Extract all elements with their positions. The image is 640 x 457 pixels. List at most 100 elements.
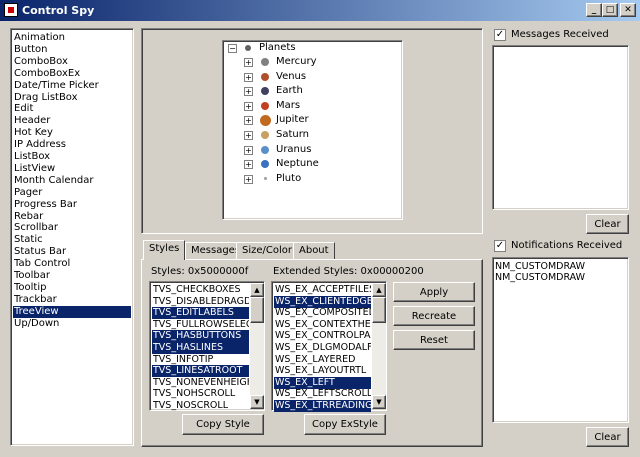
control-list[interactable]: Animation Button ComboBox ComboBoxEx Date/Ti…	[10, 28, 134, 446]
maximize-button[interactable]: □	[602, 3, 618, 17]
messages-log[interactable]	[492, 45, 629, 210]
style-option[interactable]: TVS_EDITLABELS	[152, 307, 249, 320]
copy-style-button[interactable]: Copy Style	[182, 414, 264, 435]
style-option[interactable]: TVS_DISABLEDRAGDROP	[152, 296, 249, 308]
control-list-item[interactable]: Up/Down	[13, 318, 131, 330]
scroll-thumb[interactable]	[372, 297, 386, 323]
style-option[interactable]: WS_EX_LAYERED	[274, 354, 371, 366]
ex-styles-list[interactable]: WS_EX_ACCEPTFILES WS_EX_CLIENTEDGE WS_EX_C…	[271, 281, 387, 412]
control-list-item[interactable]: Static	[13, 234, 131, 246]
apply-button[interactable]: Apply	[393, 282, 475, 302]
title-bar[interactable]: Control Spy _ □ ✕	[0, 0, 640, 21]
reset-button[interactable]: Reset	[393, 330, 475, 350]
control-list-item[interactable]: Scrollbar	[13, 222, 131, 234]
control-list-item[interactable]: TreeView	[13, 305, 131, 318]
tree-node[interactable]: Earth	[276, 84, 303, 98]
style-option[interactable]: WS_EX_LEFTSCROLLBAR	[274, 388, 371, 400]
styles-list[interactable]: TVS_CHECKBOXESTVS_DISABLEDRAGDROPTVS_EDI…	[149, 281, 265, 411]
control-list-item[interactable]: Progress Bar	[13, 199, 131, 211]
scroll-thumb[interactable]	[250, 297, 264, 323]
tree-node[interactable]: Neptune	[276, 157, 319, 171]
tree-view[interactable]: − Planets + Mercury + Venus + Earth + Mars + Jupite…	[222, 40, 403, 220]
tree-node[interactable]: Mercury	[276, 55, 317, 69]
control-list-item[interactable]: Trackbar	[13, 294, 131, 306]
control-list-item[interactable]: Status Bar	[13, 246, 131, 258]
control-list-item[interactable]: Tooltip	[13, 282, 131, 294]
tree-node[interactable]: Pluto	[276, 172, 301, 186]
style-option[interactable]: WS_EX_LAYOUTRTL	[274, 365, 371, 377]
tree-node[interactable]: Uranus	[276, 143, 311, 157]
style-option[interactable]: WS_EX_CONTROLPARENT	[274, 330, 371, 342]
control-list-item[interactable]: Drag ListBox	[13, 92, 131, 104]
style-option[interactable]: TVS_LINESATROOT	[152, 365, 249, 378]
style-option[interactable]: WS_EX_LTRREADING	[274, 400, 371, 412]
expand-icon[interactable]: +	[244, 160, 253, 170]
planet-icon	[261, 131, 269, 139]
control-list-item[interactable]: ListView	[13, 163, 131, 175]
tree-root[interactable]: Planets	[259, 41, 296, 55]
scrollbar[interactable]: ▲ ▼	[250, 283, 264, 409]
tree-node[interactable]: Jupiter	[276, 113, 309, 127]
style-option[interactable]: WS_EX_CLIENTEDGE	[274, 295, 371, 308]
style-option[interactable]: TVS_INFOTIP	[152, 354, 249, 366]
messages-checkbox[interactable]: ✓	[494, 29, 506, 41]
copy-exstyle-button[interactable]: Copy ExStyle	[304, 414, 386, 435]
control-list-item[interactable]: IP Address	[13, 139, 131, 151]
control-list-item[interactable]: Toolbar	[13, 270, 131, 282]
style-option[interactable]: TVS_NOHSCROLL	[152, 388, 249, 400]
control-list-item[interactable]: Tab Control	[13, 258, 131, 270]
scroll-up-icon[interactable]: ▲	[372, 283, 386, 297]
expand-icon[interactable]: +	[244, 87, 253, 97]
control-list-item[interactable]: ComboBox	[13, 56, 131, 68]
style-option[interactable]: TVS_NOSCROLL	[152, 400, 249, 412]
control-list-item[interactable]: Month Calendar	[13, 175, 131, 187]
style-option[interactable]: WS_EX_DLGMODALFRAME	[274, 342, 371, 354]
style-option[interactable]: TVS_NONEVENHEIGHT	[152, 377, 249, 389]
minimize-button[interactable]: _	[586, 3, 602, 17]
expand-icon[interactable]: +	[244, 116, 253, 126]
style-option[interactable]: WS_EX_LEFT	[274, 376, 371, 389]
style-option[interactable]: TVS_FULLROWSELECT	[152, 319, 249, 331]
control-list-item[interactable]: Rebar	[13, 211, 131, 223]
notifications-label: Notifications Received	[511, 240, 623, 251]
style-option[interactable]: TVS_CHECKBOXES	[152, 284, 249, 296]
expand-icon[interactable]: +	[244, 101, 253, 111]
tree-node[interactable]: Saturn	[276, 128, 309, 142]
control-list-item[interactable]: Pager	[13, 187, 131, 199]
control-list-item[interactable]: Header	[13, 115, 131, 127]
control-list-item[interactable]: Hot Key	[13, 127, 131, 139]
expand-icon[interactable]: +	[244, 145, 253, 155]
scroll-up-icon[interactable]: ▲	[250, 283, 264, 297]
expand-icon[interactable]: +	[244, 131, 253, 140]
tree-node[interactable]: Mars	[276, 99, 300, 113]
tab-styles[interactable]: Styles	[143, 240, 186, 260]
control-list-item[interactable]: ListBox	[13, 151, 131, 163]
style-option[interactable]: TVS_HASBUTTONS	[152, 330, 249, 343]
style-option[interactable]: WS_EX_COMPOSITED	[274, 307, 371, 319]
expand-icon[interactable]: +	[244, 58, 253, 67]
close-button[interactable]: ✕	[620, 3, 636, 17]
tab-about[interactable]: About	[293, 242, 335, 260]
control-list-item[interactable]: ComboBoxEx	[13, 68, 131, 80]
tab-sizecolor[interactable]: Size/Color	[236, 242, 299, 260]
planet-icon	[259, 114, 271, 126]
tree-node[interactable]: Venus	[276, 70, 306, 84]
control-list-item[interactable]: Date/Time Picker	[13, 80, 131, 92]
notifications-clear-button[interactable]: Clear	[586, 427, 629, 447]
scroll-down-icon[interactable]: ▼	[372, 395, 386, 409]
notifications-log[interactable]: NM_CUSTOMDRAW NM_CUSTOMDRAW	[492, 257, 629, 423]
style-option[interactable]: WS_EX_CONTEXTHELP	[274, 319, 371, 331]
notifications-checkbox[interactable]: ✓	[494, 240, 506, 252]
collapse-icon[interactable]: −	[228, 44, 237, 53]
scroll-down-icon[interactable]: ▼	[250, 395, 264, 409]
messages-clear-button[interactable]: Clear	[586, 214, 629, 234]
control-list-item[interactable]: Edit	[13, 103, 131, 115]
control-list-item[interactable]: Button	[13, 44, 131, 56]
recreate-button[interactable]: Recreate	[393, 306, 475, 326]
expand-icon[interactable]: +	[244, 174, 253, 184]
control-list-item[interactable]: Animation	[13, 32, 131, 44]
expand-icon[interactable]: +	[244, 72, 253, 82]
style-option[interactable]: TVS_HASLINES	[152, 342, 249, 354]
scrollbar[interactable]: ▲ ▼	[372, 283, 386, 409]
style-option[interactable]: WS_EX_ACCEPTFILES	[274, 284, 371, 296]
